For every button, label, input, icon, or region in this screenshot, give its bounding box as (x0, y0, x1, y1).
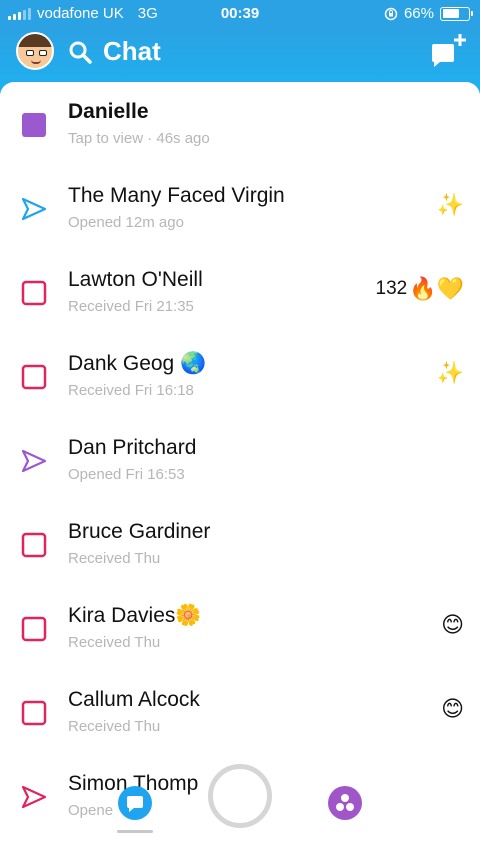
friend-emoji: 😊 (441, 696, 464, 721)
friend-emoji: 😊 (441, 612, 464, 637)
chat-row[interactable]: Kira Davies🌼 Received Thu 😊 (0, 586, 480, 670)
chat-status: Opened 12m ago (68, 214, 184, 231)
chat-badges: ✨ (437, 360, 464, 386)
battery-level (442, 9, 459, 18)
outline-square-icon (21, 364, 47, 390)
status-bar: vodafone UK 3G 00:39 66% (0, 0, 480, 28)
bottom-nav (0, 758, 480, 848)
chat-list: Danielle Tap to view · 46s ago The Many Fa… (0, 82, 480, 848)
chat-name: Kira Davies🌼 (68, 604, 202, 627)
battery-info: 66% (384, 5, 473, 22)
active-tab-indicator (117, 830, 153, 833)
chat-row[interactable]: The Many Faced Virgin Opened 12m ago ✨ (0, 166, 480, 250)
chat-name: Callum Alcock (68, 688, 200, 711)
outline-square-icon (21, 280, 47, 306)
chat-row[interactable]: Dan Pritchard Opened Fri 16:53 (0, 418, 480, 502)
chat-badges: 😊 (441, 612, 464, 638)
battery-percent: 66% (403, 5, 434, 22)
outline-square-icon (21, 616, 47, 642)
chat-badges: 132 🔥💛 (376, 276, 465, 302)
header: Chat (0, 28, 480, 90)
chat-status: Received Thu (68, 718, 161, 735)
capture-button[interactable] (208, 764, 272, 828)
sent-arrow-icon (21, 448, 47, 474)
friend-emoji: ✨ (436, 360, 464, 385)
friend-emoji: 🔥💛 (409, 276, 464, 301)
friend-emoji: ✨ (436, 192, 464, 217)
chat-badges: ✨ (437, 192, 464, 218)
chat-row[interactable]: Danielle Tap to view · 46s ago (0, 82, 480, 166)
chat-bubble-icon (127, 796, 143, 812)
chat-name: Danielle (68, 100, 149, 123)
chat-status: Received Thu (68, 550, 161, 567)
chat-name: Lawton O'Neill (68, 268, 203, 291)
search-icon[interactable] (68, 40, 92, 64)
outline-square-icon (21, 700, 47, 726)
outline-square-icon (21, 532, 47, 558)
chat-name: Dank Geog 🌏 (68, 352, 207, 375)
chat-row[interactable]: Lawton O'Neill Received Fri 21:35 132 🔥💛 (0, 250, 480, 334)
chat-row[interactable]: Callum Alcock Received Thu 😊 (0, 670, 480, 754)
chat-name: Dan Pritchard (68, 436, 197, 459)
chat-name: The Many Faced Virgin (68, 184, 285, 207)
chat-status: Received Thu (68, 634, 161, 651)
chat-status: Tap to view · 46s ago (68, 130, 210, 147)
avatar[interactable] (16, 32, 54, 70)
filled-square-icon (21, 112, 47, 138)
chat-row[interactable]: Bruce Gardiner Received Thu (0, 502, 480, 586)
new-chat-icon[interactable] (430, 32, 466, 68)
discover-tab-button[interactable] (328, 786, 362, 820)
streak-count: 132 (375, 278, 408, 299)
battery-icon (440, 6, 473, 21)
sent-arrow-icon (21, 196, 47, 222)
chat-row[interactable]: Dank Geog 🌏 Received Fri 16:18 ✨ (0, 334, 480, 418)
chat-tab-button[interactable] (118, 786, 152, 820)
page-title[interactable]: Chat (103, 36, 161, 67)
chat-name: Bruce Gardiner (68, 520, 211, 543)
chat-status: Received Fri 16:18 (68, 382, 194, 399)
discover-icon (341, 794, 349, 802)
chat-badges: 😊 (441, 696, 464, 722)
chat-status: Opened Fri 16:53 (68, 466, 185, 483)
orientation-lock-icon (384, 7, 398, 20)
chat-status: Received Fri 21:35 (68, 298, 194, 315)
